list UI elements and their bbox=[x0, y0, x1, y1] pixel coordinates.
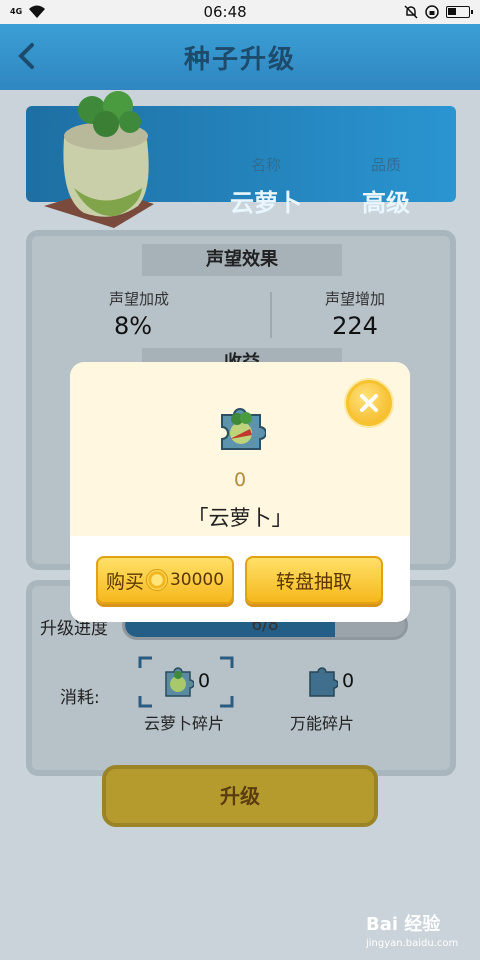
universal-shard-name: 万能碎片 bbox=[289, 714, 354, 733]
seed-name-value: 云萝卜 bbox=[230, 189, 302, 217]
radish-puzzle-piece-icon bbox=[221, 408, 266, 450]
radish-shard-icon[interactable] bbox=[162, 664, 194, 698]
prestige-increase-value: 224 bbox=[332, 312, 378, 340]
seed-quality-block: 品质 高级 bbox=[356, 154, 416, 218]
seed-name-label: 名称 bbox=[250, 156, 281, 174]
upgrade-button[interactable]: 升级 bbox=[102, 765, 378, 827]
buy-button[interactable]: 购买 30000 bbox=[96, 556, 234, 604]
radish-shard-count: 0 bbox=[198, 670, 211, 692]
prestige-increase-label: 声望增加 bbox=[324, 290, 385, 308]
watermark-brand: Bai 经验 bbox=[366, 914, 441, 935]
wheel-draw-button[interactable]: 转盘抽取 bbox=[245, 556, 383, 604]
radish-plant-icon bbox=[44, 91, 154, 228]
prestige-bonus-label: 声望加成 bbox=[108, 290, 169, 308]
buy-label: 购买 bbox=[105, 570, 144, 593]
clock: 06:48 bbox=[203, 3, 247, 21]
universal-shard-count: 0 bbox=[342, 670, 355, 692]
back-arrow-icon[interactable] bbox=[12, 41, 42, 71]
buy-price: 30000 bbox=[169, 570, 225, 590]
page-title: 种子升级 bbox=[183, 44, 296, 75]
cost-label: 消耗: bbox=[60, 688, 100, 708]
watermark-url: jingyan.baidu.com bbox=[366, 938, 459, 949]
stat-divider bbox=[270, 292, 272, 338]
prestige-title: 声望效果 bbox=[142, 244, 342, 276]
close-icon bbox=[360, 394, 378, 412]
piece-name: 「云萝卜」 bbox=[187, 506, 293, 530]
piece-count: 0 bbox=[233, 469, 247, 491]
watermark: Bai 经验 jingyan.baidu.com bbox=[366, 910, 458, 949]
seed-name-block: 名称 云萝卜 bbox=[230, 154, 302, 218]
seed-quality-value: 高级 bbox=[362, 189, 410, 217]
close-button[interactable] bbox=[346, 380, 392, 426]
radish-shard-name: 云萝卜碎片 bbox=[143, 714, 224, 733]
signal-icon: 4G bbox=[10, 7, 23, 16]
universal-shard-icon[interactable] bbox=[306, 664, 338, 698]
lock-rotation-icon bbox=[425, 5, 439, 19]
wifi-icon bbox=[29, 5, 46, 18]
mute-icon bbox=[404, 5, 418, 19]
prestige-bonus-value: 8% bbox=[113, 312, 153, 340]
battery-icon bbox=[446, 6, 473, 18]
seed-quality-label: 品质 bbox=[370, 156, 401, 174]
status-bar: 4G 06:48 bbox=[0, 0, 480, 24]
wheel-draw-label: 转盘抽取 bbox=[275, 570, 352, 593]
coin-icon bbox=[145, 569, 168, 591]
